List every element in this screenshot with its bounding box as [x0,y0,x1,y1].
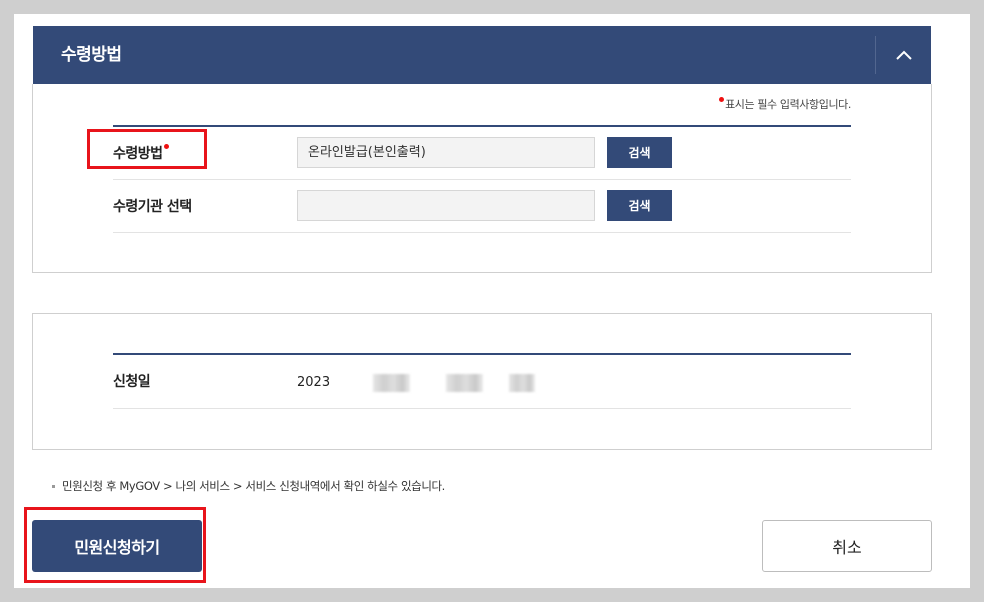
application-date-panel: 신청일 2023 [32,313,932,450]
page-container: 수령방법 표시는 필수 입력사항입니다. 수령방법 온라인발급(본인출력) 검색… [14,14,970,588]
required-marker-icon [719,97,725,102]
redacted-day [446,374,483,392]
chevron-up-icon [895,50,912,60]
highlight-box-receipt-method [87,129,207,169]
application-date-label: 신청일 [113,374,151,390]
receipt-method-search-button[interactable]: 검색 [607,137,672,168]
receipt-method-input[interactable]: 온라인발급(본인출력) [297,137,595,168]
required-note-text: 표시는 필수 입력사항입니다. [725,98,851,111]
receipt-agency-search-button[interactable]: 검색 [607,190,672,221]
application-year: 2023 [297,375,331,390]
required-note: 표시는 필수 입력사항입니다. [719,96,851,112]
collapse-toggle-button[interactable] [876,26,931,84]
receipt-agency-row: 수령기관 선택 검색 [113,180,851,233]
application-date-row: 신청일 2023 [113,355,851,409]
receipt-form-table: 수령방법 온라인발급(본인출력) 검색 수령기관 선택 검색 [113,125,851,233]
cancel-button[interactable]: 취소 [762,520,932,572]
receipt-agency-input[interactable] [297,190,595,221]
receipt-method-panel: 표시는 필수 입력사항입니다. 수령방법 온라인발급(본인출력) 검색 수령기관… [32,84,932,273]
redacted-time [509,374,535,392]
application-date-table: 신청일 2023 [113,353,851,409]
receipt-agency-label: 수령기관 선택 [113,199,192,215]
bullet-icon [52,485,55,488]
receipt-method-row: 수령방법 온라인발급(본인출력) 검색 [113,127,851,180]
section-title: 수령방법 [61,45,122,65]
redacted-month [373,374,410,392]
section-header: 수령방법 [33,26,931,84]
notice-message: 민원신청 후 MyGOV > 나의 서비스 > 서비스 신청내역에서 확인 하실… [62,479,445,493]
highlight-box-submit [24,507,206,583]
notice-text: 민원신청 후 MyGOV > 나의 서비스 > 서비스 신청내역에서 확인 하실… [52,478,445,494]
